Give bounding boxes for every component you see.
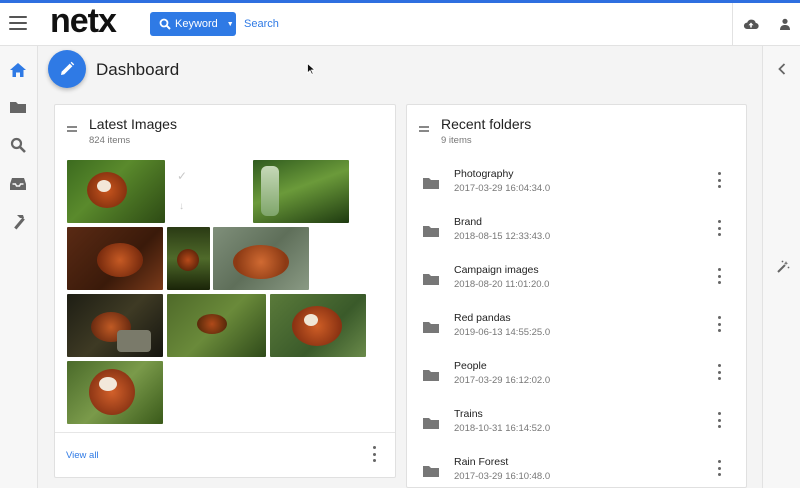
folder-row[interactable]: Red pandas 2019-06-13 14:55:25.0 [407,301,747,349]
search-icon [159,18,171,30]
folder-count: 9 items [441,135,472,146]
search-icon[interactable] [8,135,28,155]
user-icon [780,18,790,30]
folder-date: 2019-06-13 14:55:25.0 [454,327,551,338]
image-thumbnail[interactable] [270,294,366,357]
search-input[interactable]: Search [244,18,279,30]
cloud-upload-icon [743,19,759,30]
folder-row[interactable]: People 2017-03-29 16:12:02.0 [407,349,747,397]
drag-handle-icon[interactable] [67,126,77,134]
hammer-icon[interactable] [8,212,28,232]
folder-date: 2018-08-20 11:01:20.0 [454,279,550,290]
image-thumbnail[interactable] [213,227,309,290]
folder-icon[interactable] [8,97,28,117]
image-count: 824 items [89,135,131,146]
folder-icon [423,466,439,477]
caret-down-icon: ▼ [226,20,234,28]
folder-date: 2017-03-29 16:04:34.0 [454,183,551,194]
home-icon[interactable] [8,60,28,80]
check-icon: ✓ [177,169,188,183]
folder-options-icon[interactable] [715,364,723,380]
card-title: Latest Images [89,116,177,132]
image-thumbnail[interactable] [253,160,349,223]
upload-button[interactable] [732,3,768,45]
folder-icon [423,274,439,285]
folder-row[interactable]: Trains 2018-10-31 16:14:52.0 [407,397,747,445]
folder-date: 2018-10-31 16:14:52.0 [454,423,551,434]
drag-handle-icon[interactable] [419,126,429,134]
folder-icon [423,370,439,381]
folder-name: Photography [454,168,514,180]
chevron-left-icon[interactable] [778,62,786,80]
folder-name: Brand [454,216,483,228]
edit-dashboard-button[interactable] [48,50,86,88]
card-divider [55,432,395,433]
left-navigation [0,46,38,488]
folder-name: Rain Forest [454,456,509,468]
folder-options-icon[interactable] [715,172,723,188]
card-title: Recent folders [441,116,532,132]
folder-options-icon[interactable] [715,460,723,476]
pencil-icon [61,61,75,75]
user-account-button[interactable] [770,3,800,45]
folder-name: People [454,360,487,372]
keyword-dropdown-button[interactable]: Keyword ▼ [150,12,236,36]
folder-icon [423,418,439,429]
image-thumbnail[interactable] [167,294,266,357]
latest-images-card: Latest Images 824 items ✓ ↓ View all [54,104,396,478]
image-thumbnail[interactable] [67,294,163,357]
folder-name: Trains [454,408,483,420]
folder-options-icon[interactable] [715,268,723,284]
app-header: netx Keyword ▼ Search [0,2,800,46]
menu-icon[interactable] [9,16,27,31]
folder-row[interactable]: Brand 2018-08-15 12:33:43.0 [407,205,747,253]
folder-icon [423,226,439,237]
folder-row[interactable]: Photography 2017-03-29 16:04:34.0 [407,157,747,205]
image-thumbnail[interactable] [167,227,210,290]
folder-row[interactable]: Campaign images 2018-08-20 11:01:20.0 [407,253,747,301]
image-thumbnail[interactable] [67,160,165,223]
folder-name: Campaign images [454,264,539,276]
recent-folders-card: Recent folders 9 items Photography 2017-… [406,104,747,488]
logo[interactable]: netx [50,2,117,41]
image-thumbnail[interactable] [67,361,163,424]
folder-date: 2018-08-15 12:33:43.0 [454,231,551,242]
mouse-cursor-icon [307,63,316,75]
more-options-icon[interactable] [370,446,378,462]
folder-icon [423,322,439,333]
keyword-label: Keyword [175,18,218,30]
magic-wand-icon[interactable] [776,260,790,279]
folder-date: 2017-03-29 16:12:02.0 [454,375,551,386]
download-icon: ↓ [179,201,184,212]
image-thumbnail[interactable] [67,227,163,290]
folder-options-icon[interactable] [715,316,723,332]
folder-row[interactable]: Rain Forest 2017-03-29 16:10:48.0 [407,445,747,488]
page-title: Dashboard [96,60,180,79]
folder-date: 2017-03-29 16:10:48.0 [454,471,551,482]
folder-options-icon[interactable] [715,412,723,428]
folder-icon [423,178,439,189]
right-sidebar [762,46,800,488]
folder-options-icon[interactable] [715,220,723,236]
inbox-icon[interactable] [8,174,28,194]
view-all-link[interactable]: View all [66,450,99,461]
folder-name: Red pandas [454,312,511,324]
